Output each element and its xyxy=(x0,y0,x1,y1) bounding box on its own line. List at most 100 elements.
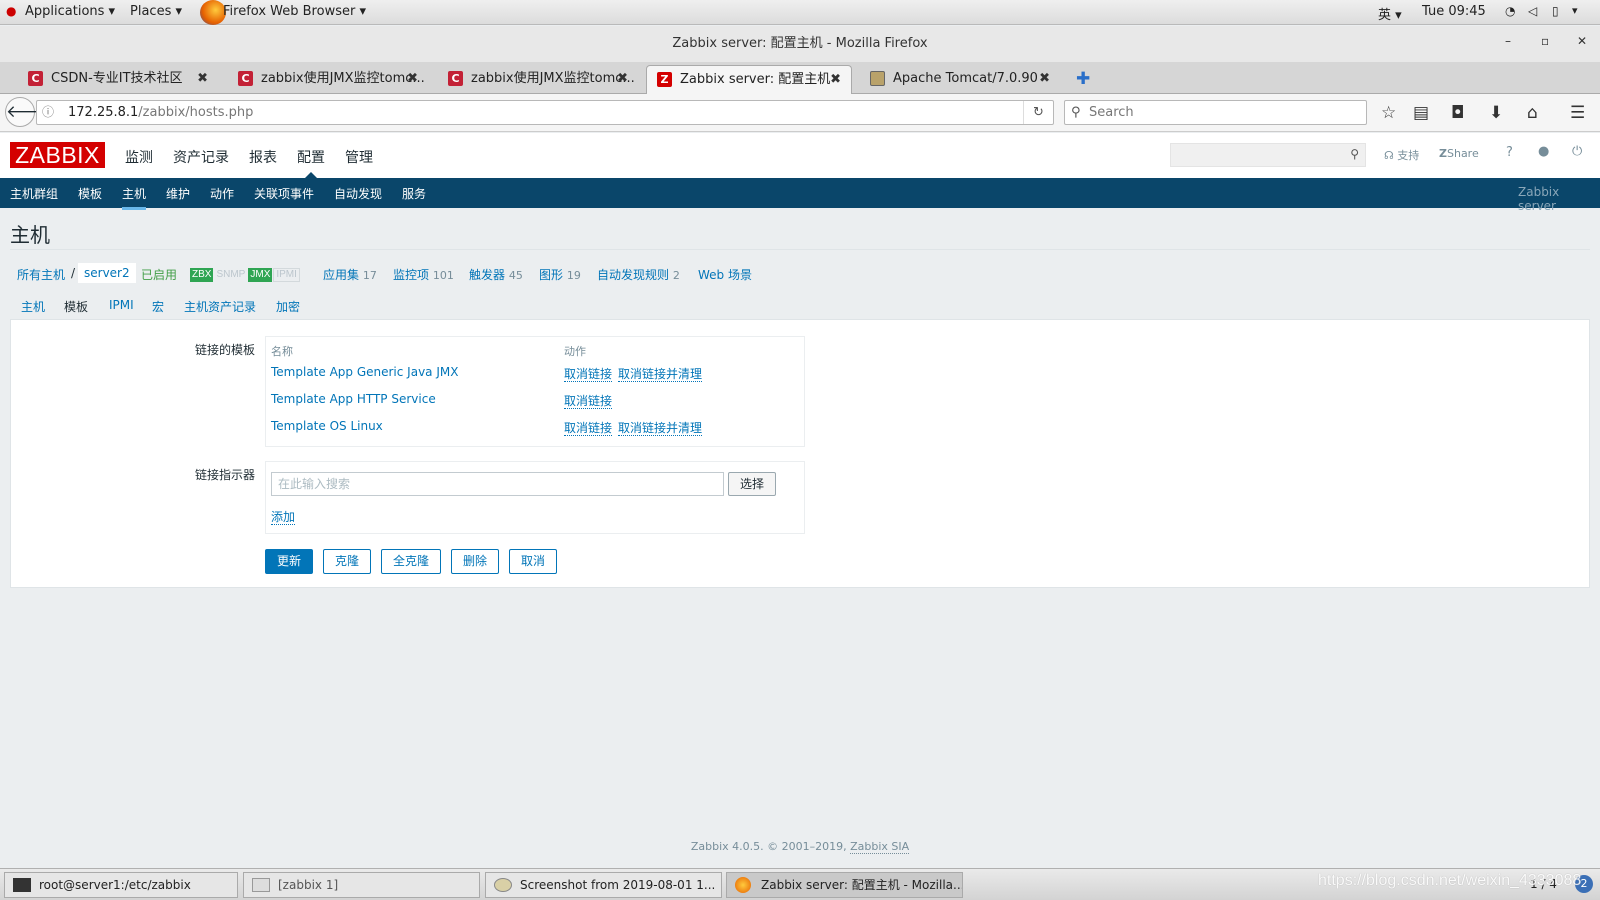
clock[interactable]: Tue 09:45 xyxy=(1422,4,1486,19)
tab-ipmi[interactable]: IPMI xyxy=(109,298,134,312)
breadcrumb-all-hosts[interactable]: 所有主机 xyxy=(17,266,65,283)
downloads-icon[interactable]: ⬇ xyxy=(1489,103,1503,123)
clone-button[interactable]: 克隆 xyxy=(323,549,371,574)
home-icon[interactable]: ⌂ xyxy=(1527,103,1538,123)
user-profile-icon[interactable]: ● xyxy=(1538,144,1549,159)
submenu-hosts[interactable]: 主机 xyxy=(122,185,147,210)
browser-tab-zabbix[interactable]: Z Zabbix server: 配置主机 ✖ xyxy=(646,65,852,94)
close-tab-icon[interactable]: ✖ xyxy=(197,65,208,93)
bookmark-star-icon[interactable]: ☆ xyxy=(1381,103,1396,123)
logout-icon[interactable]: ⏻ xyxy=(1572,144,1582,159)
maximize-button[interactable]: ▫ xyxy=(1541,34,1549,48)
window-title-bar: Zabbix server: 配置主机 - Mozilla Firefox xyxy=(0,26,1600,62)
unlink-and-clear-button[interactable]: 取消链接并清理 xyxy=(618,365,703,382)
watermark: https://blog.csdn.net/weixin_4333088 xyxy=(1318,872,1582,889)
browser-search-box[interactable]: ⚲ Search xyxy=(1064,100,1367,125)
active-app-menu[interactable]: Firefox Web Browser ▾ xyxy=(223,4,366,19)
unlink-and-clear-button[interactable]: 取消链接并清理 xyxy=(618,419,703,436)
taskbar-item-screenshot[interactable]: Screenshot from 2019-08-01 1... xyxy=(485,872,722,898)
submenu-maintenance[interactable]: 维护 xyxy=(166,185,190,202)
back-button[interactable]: 🡐 xyxy=(5,97,52,127)
select-template-button[interactable]: 选择 xyxy=(728,472,776,496)
url-bar[interactable]: ⓘ 172.25.8.1/zabbix/hosts.php ↻ xyxy=(36,100,1054,125)
search-icon[interactable]: ⚲ xyxy=(1350,147,1359,161)
browser-tab-jmx-1[interactable]: Czabbix使用JMX监控tomc... ✖ xyxy=(228,65,428,94)
column-header-name: 名称 xyxy=(271,345,293,358)
zabbix-search-input[interactable]: ⚲ xyxy=(1170,143,1366,167)
navigation-toolbar: 🡐 ⓘ 172.25.8.1/zabbix/hosts.php ↻ ⚲ Sear… xyxy=(0,94,1600,132)
image-viewer-icon xyxy=(494,878,512,892)
menu-inventory[interactable]: 资产记录 xyxy=(173,147,229,167)
submenu-actions[interactable]: 动作 xyxy=(210,185,234,202)
applications-menu[interactable]: Applications ▾ xyxy=(25,4,115,19)
unlink-button[interactable]: 取消链接 xyxy=(564,419,613,436)
browser-tab-csdn[interactable]: C CSDN-专业IT技术社区 ✖ xyxy=(18,65,218,94)
tab-encryption[interactable]: 加密 xyxy=(276,298,300,315)
close-window-button[interactable]: ✕ xyxy=(1577,34,1587,48)
breadcrumb-discovery-rules[interactable]: 自动发现规则 2 xyxy=(597,266,680,283)
submenu-correlation[interactable]: 关联项事件 xyxy=(254,185,314,202)
submenu-host-groups[interactable]: 主机群组 xyxy=(10,185,58,202)
tab-host[interactable]: 主机 xyxy=(21,298,45,315)
menu-configuration[interactable]: 配置 xyxy=(297,147,325,167)
link-new-templates-label: 链接指示器 xyxy=(195,468,256,482)
zabbix-header: ZABBIX 监测 资产记录 报表 配置 管理 ⚲ ☊ 支持 ZShare ? … xyxy=(0,133,1600,178)
close-tab-icon[interactable]: ✖ xyxy=(617,65,628,93)
hamburger-menu-icon[interactable]: ☰ xyxy=(1570,103,1585,123)
new-tab-button[interactable]: ✚ xyxy=(1068,65,1098,94)
input-method-indicator[interactable]: 英 ▾ xyxy=(1378,4,1402,23)
template-search-input[interactable]: 在此输入搜索 xyxy=(271,472,724,496)
full-clone-button[interactable]: 全克隆 xyxy=(381,549,441,574)
system-menu-icon[interactable]: ▾ xyxy=(1572,4,1578,17)
update-button[interactable]: 更新 xyxy=(265,549,313,574)
support-link[interactable]: ☊ 支持 xyxy=(1384,147,1419,163)
server-name: Zabbix server xyxy=(1518,185,1560,213)
places-menu[interactable]: Places ▾ xyxy=(130,4,182,19)
wifi-icon[interactable]: ◔ xyxy=(1505,4,1515,18)
browser-tab-jmx-2[interactable]: Czabbix使用JMX监控tomc... ✖ xyxy=(438,65,638,94)
host-status[interactable]: 已启用 xyxy=(141,266,177,283)
breadcrumb-items[interactable]: 监控项 101 xyxy=(393,266,454,283)
close-tab-icon[interactable]: ✖ xyxy=(407,65,418,93)
breadcrumb-triggers[interactable]: 触发器 45 xyxy=(469,266,523,283)
tab-macros[interactable]: 宏 xyxy=(152,298,164,315)
pocket-icon[interactable]: ◘ xyxy=(1451,103,1464,123)
taskbar-item-firefox[interactable]: Zabbix server: 配置主机 - Mozilla... xyxy=(726,872,963,898)
window-title: Zabbix server: 配置主机 - Mozilla Firefox xyxy=(672,36,928,51)
breadcrumb-applications[interactable]: 应用集 17 xyxy=(323,266,377,283)
close-tab-icon[interactable]: ✖ xyxy=(1039,65,1050,93)
unlink-button[interactable]: 取消链接 xyxy=(564,392,613,409)
share-link[interactable]: ZShare xyxy=(1439,147,1479,160)
taskbar-item-zabbix1[interactable]: [zabbix 1] xyxy=(243,872,480,898)
tab-inventory[interactable]: 主机资产记录 xyxy=(184,298,256,315)
template-link[interactable]: Template App HTTP Service xyxy=(271,392,436,406)
help-icon[interactable]: ? xyxy=(1506,145,1513,160)
unlink-button[interactable]: 取消链接 xyxy=(564,365,613,382)
browser-tab-tomcat[interactable]: Apache Tomcat/7.0.90 ✖ xyxy=(860,65,1060,94)
zabbix-logo[interactable]: ZABBIX xyxy=(10,142,105,168)
submenu-services[interactable]: 服务 xyxy=(402,185,426,202)
submenu-templates[interactable]: 模板 xyxy=(78,185,102,202)
minimize-button[interactable]: – xyxy=(1505,34,1511,48)
breadcrumb-host[interactable]: server2 xyxy=(78,263,136,283)
reading-list-icon[interactable]: ▤ xyxy=(1413,103,1429,123)
volume-icon[interactable]: ◁ xyxy=(1528,4,1537,18)
taskbar-item-terminal[interactable]: root@server1:/etc/zabbix xyxy=(4,872,238,898)
submenu-discovery[interactable]: 自动发现 xyxy=(334,185,382,202)
battery-icon[interactable]: ▯ xyxy=(1552,4,1559,18)
terminal-icon xyxy=(13,878,31,892)
menu-reports[interactable]: 报表 xyxy=(249,147,277,167)
menu-administration[interactable]: 管理 xyxy=(345,147,373,167)
reload-icon[interactable]: ↻ xyxy=(1023,101,1053,124)
cancel-button[interactable]: 取消 xyxy=(509,549,557,574)
close-tab-icon[interactable]: ✖ xyxy=(830,66,841,94)
site-info-icon[interactable]: ⓘ xyxy=(42,101,54,124)
menu-monitoring[interactable]: 监测 xyxy=(125,147,153,167)
delete-button[interactable]: 删除 xyxy=(451,549,499,574)
zabbix-sia-link[interactable]: Zabbix SIA xyxy=(850,840,910,854)
template-link[interactable]: Template OS Linux xyxy=(271,419,383,433)
template-link[interactable]: Template App Generic Java JMX xyxy=(271,365,458,379)
breadcrumb-graphs[interactable]: 图形 19 xyxy=(539,266,581,283)
add-template-link[interactable]: 添加 xyxy=(271,508,296,525)
breadcrumb-web-scenarios[interactable]: Web 场景 xyxy=(698,266,752,283)
